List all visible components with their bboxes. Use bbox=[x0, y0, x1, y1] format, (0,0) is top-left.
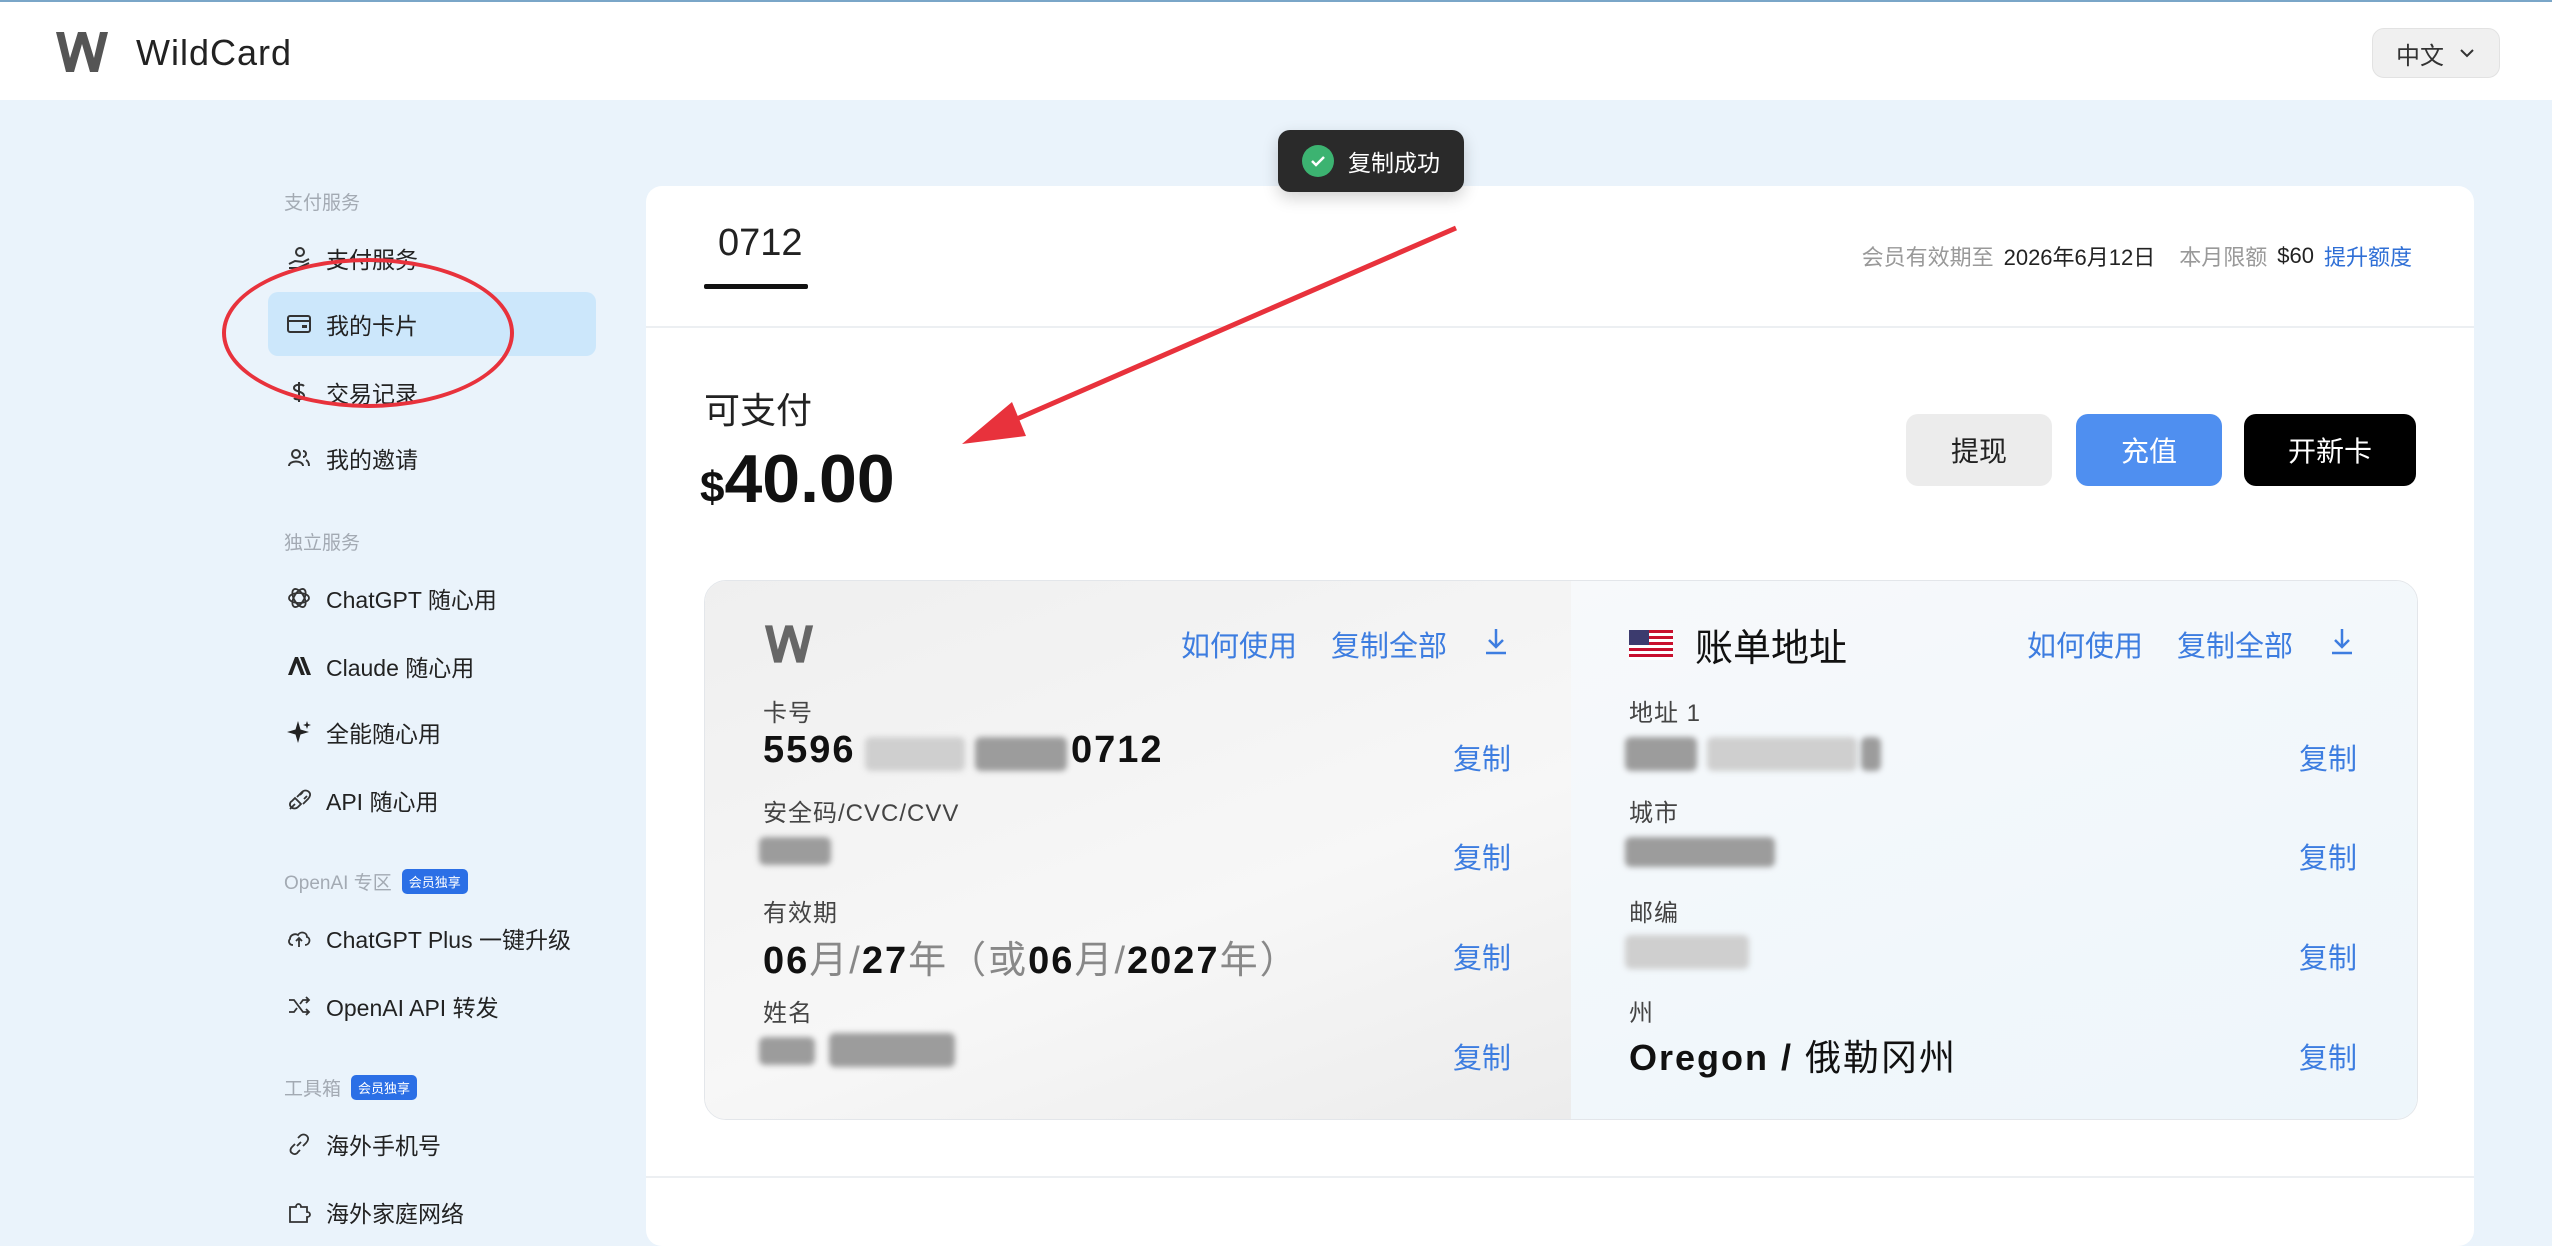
state-label: 州 bbox=[1629, 1000, 1654, 1027]
sidebar-item-label: Claude 随心用 bbox=[326, 655, 475, 681]
check-circle-icon bbox=[1302, 145, 1334, 177]
plug-icon bbox=[289, 789, 311, 810]
sparkle-icon bbox=[287, 721, 311, 743]
sidebar-item-label: OpenAI API 转发 bbox=[326, 995, 499, 1021]
redacted-address bbox=[1625, 737, 1697, 771]
header-divider bbox=[646, 326, 2474, 328]
sidebar-item-invites[interactable]: 我的邀请 bbox=[268, 426, 596, 490]
redacted-card-digits bbox=[865, 737, 965, 771]
section-title-toolbox: 工具箱 会员独享 bbox=[284, 1074, 418, 1101]
annotation-circle bbox=[222, 258, 514, 408]
wildcard-logo-icon bbox=[764, 625, 814, 663]
redacted-cvc bbox=[759, 837, 831, 865]
chevron-down-icon bbox=[2460, 49, 2474, 58]
puzzle-icon bbox=[289, 1203, 311, 1223]
anthropic-icon bbox=[288, 657, 311, 675]
copy-expiry-button[interactable]: 复制 bbox=[1453, 935, 1511, 977]
sidebar-item-label: 我的邀请 bbox=[326, 447, 418, 473]
billing-copy-all-link[interactable]: 复制全部 bbox=[2177, 623, 2293, 665]
sidebar-item-api-forward[interactable]: OpenAI API 转发 bbox=[268, 974, 596, 1038]
copy-success-toast: 复制成功 bbox=[1278, 130, 1464, 192]
expiry-value: 2026年6月12日 bbox=[2003, 245, 2156, 270]
sidebar-item-overseas-phone[interactable]: 海外手机号 bbox=[268, 1112, 596, 1176]
how-to-use-link[interactable]: 如何使用 bbox=[1181, 623, 1297, 665]
topup-button[interactable]: 充值 bbox=[2076, 414, 2222, 486]
redacted-name bbox=[829, 1033, 955, 1067]
card-expiry: 06月/27年（或06月/2027年） bbox=[763, 940, 1300, 982]
copy-card-number-button[interactable]: 复制 bbox=[1453, 736, 1511, 778]
raise-limit-link[interactable]: 提升额度 bbox=[2324, 240, 2412, 272]
download-icon[interactable] bbox=[1481, 625, 1511, 657]
limit-label: 本月限额 bbox=[2179, 245, 2268, 270]
link-icon bbox=[289, 1133, 309, 1155]
top-bar: WildCard 中文 bbox=[0, 0, 2552, 100]
tab-card-0712[interactable]: 0712 bbox=[718, 222, 803, 265]
balance-amount: $40.00 bbox=[700, 441, 895, 517]
copy-all-link[interactable]: 复制全部 bbox=[1331, 623, 1447, 665]
section-title-independent: 独立服务 bbox=[284, 533, 361, 554]
download-icon[interactable] bbox=[2327, 625, 2357, 657]
expiry-label: 会员有效期至 bbox=[1861, 245, 1994, 270]
city-label: 城市 bbox=[1629, 800, 1679, 827]
copy-state-button[interactable]: 复制 bbox=[2299, 1035, 2357, 1077]
copy-cvc-button[interactable]: 复制 bbox=[1453, 835, 1511, 877]
copy-address-button[interactable]: 复制 bbox=[2299, 736, 2357, 778]
openai-icon bbox=[288, 588, 310, 608]
language-selector[interactable]: 中文 bbox=[2372, 28, 2500, 78]
app-title[interactable]: WildCard bbox=[136, 32, 292, 74]
card-number-start: 5596 bbox=[763, 729, 856, 771]
card-details: 如何使用 复制全部 卡号 5596 0712 复制 安全码/CVC/CVV 复制… bbox=[704, 580, 2418, 1120]
section-title-openai: OpenAI 专区 会员独享 bbox=[284, 868, 468, 895]
address-label: 地址 1 bbox=[1629, 700, 1702, 727]
redacted-name bbox=[759, 1037, 815, 1065]
sidebar-item-chatgpt[interactable]: ChatGPT 随心用 bbox=[268, 566, 596, 630]
redacted-zip bbox=[1625, 935, 1749, 969]
us-flag-icon bbox=[1629, 629, 1673, 660]
section-title-payment: 支付服务 bbox=[284, 193, 361, 214]
tab-underline bbox=[704, 284, 808, 289]
name-label: 姓名 bbox=[763, 1000, 813, 1027]
member-only-badge: 会员独享 bbox=[401, 869, 468, 894]
language-label: 中文 bbox=[2396, 42, 2444, 70]
sidebar-item-all-in-one[interactable]: 全能随心用 bbox=[268, 700, 596, 764]
card-info-panel: 如何使用 复制全部 卡号 5596 0712 复制 安全码/CVC/CVV 复制… bbox=[705, 581, 1572, 1119]
sidebar-item-label: 全能随心用 bbox=[326, 721, 441, 747]
redacted-city bbox=[1625, 837, 1775, 867]
redacted-address bbox=[1861, 737, 1881, 771]
sidebar-item-claude[interactable]: Claude 随心用 bbox=[268, 634, 596, 698]
redacted-card-digits bbox=[975, 737, 1067, 771]
card-number-end: 0712 bbox=[1071, 729, 1164, 771]
new-card-button[interactable]: 开新卡 bbox=[2244, 414, 2416, 486]
sidebar-item-label: API 随心用 bbox=[326, 789, 439, 815]
redacted-address bbox=[1707, 737, 1857, 771]
toast-text: 复制成功 bbox=[1348, 150, 1440, 176]
member-only-badge: 会员独享 bbox=[351, 1075, 418, 1100]
limit-value: $60 bbox=[2277, 243, 2314, 268]
withdraw-button[interactable]: 提现 bbox=[1906, 414, 2052, 486]
membership-info: 会员有效期至 2026年6月12日 本月限额 $60 提升额度 bbox=[1862, 240, 2412, 272]
wildcard-logo-icon[interactable] bbox=[54, 30, 110, 74]
state-value: Oregon / 俄勒冈州 bbox=[1629, 1037, 1958, 1078]
sidebar-item-home-network[interactable]: 海外家庭网络 bbox=[268, 1180, 596, 1244]
sidebar-item-label: ChatGPT Plus 一键升级 bbox=[326, 927, 571, 953]
sidebar-item-api[interactable]: API 随心用 bbox=[268, 768, 596, 832]
sidebar-item-label: ChatGPT 随心用 bbox=[326, 587, 497, 613]
sidebar-item-label: 海外手机号 bbox=[326, 1133, 441, 1159]
billing-title: 账单地址 bbox=[1629, 617, 1847, 672]
shuffle-icon bbox=[289, 996, 311, 1016]
upgrade-icon bbox=[288, 931, 311, 947]
users-icon bbox=[288, 449, 310, 467]
cvc-label: 安全码/CVC/CVV bbox=[763, 800, 960, 827]
balance-label: 可支付 bbox=[704, 390, 813, 431]
expiry-label: 有效期 bbox=[763, 900, 838, 927]
copy-zip-button[interactable]: 复制 bbox=[2299, 935, 2357, 977]
panel-divider bbox=[646, 1176, 2474, 1178]
zip-label: 邮编 bbox=[1629, 900, 1679, 927]
billing-address-panel: 账单地址 如何使用 复制全部 地址 1 复制 城市 复制 邮编 复制 州 Ore… bbox=[1571, 581, 2417, 1119]
copy-name-button[interactable]: 复制 bbox=[1453, 1035, 1511, 1077]
card-number-label: 卡号 bbox=[763, 700, 813, 727]
sidebar-item-plus-upgrade[interactable]: ChatGPT Plus 一键升级 bbox=[268, 906, 596, 970]
copy-city-button[interactable]: 复制 bbox=[2299, 835, 2357, 877]
billing-how-to-use-link[interactable]: 如何使用 bbox=[2027, 623, 2143, 665]
